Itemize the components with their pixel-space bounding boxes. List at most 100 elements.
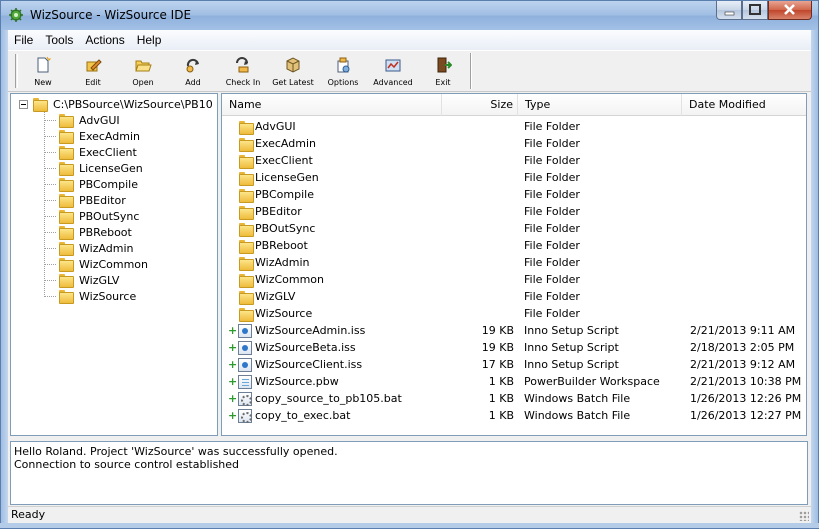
column-header-date-modified[interactable]: Date Modified bbox=[682, 94, 806, 116]
open-button[interactable]: Open bbox=[118, 55, 168, 89]
collapse-icon[interactable] bbox=[19, 99, 28, 109]
cell-type: File Folder bbox=[524, 256, 580, 269]
menu-file[interactable]: File bbox=[8, 30, 39, 50]
cell-type: Inno Setup Script bbox=[524, 341, 619, 354]
added-plus-icon: + bbox=[228, 409, 238, 422]
close-button[interactable] bbox=[768, 1, 812, 20]
list-item[interactable]: AdvGUI File Folder bbox=[222, 118, 806, 135]
cell-type: File Folder bbox=[524, 273, 580, 286]
cell-name: WizAdmin bbox=[255, 256, 310, 269]
list-item[interactable]: PBCompile File Folder bbox=[222, 186, 806, 203]
list-item[interactable]: ExecClient File Folder bbox=[222, 152, 806, 169]
list-item[interactable]: ExecAdmin File Folder bbox=[222, 135, 806, 152]
column-header-size[interactable]: Size bbox=[442, 94, 518, 116]
edit-button[interactable]: Edit bbox=[68, 55, 118, 89]
list-item[interactable]: + WizSourceClient.iss 17 KB Inno Setup Scri… bbox=[222, 356, 806, 373]
folder-icon bbox=[238, 307, 254, 322]
maximize-icon bbox=[749, 4, 761, 15]
tree-item[interactable]: PBEditor bbox=[44, 192, 126, 208]
tree-item[interactable]: ExecAdmin bbox=[44, 128, 140, 144]
list-item[interactable]: WizCommon File Folder bbox=[222, 271, 806, 288]
tree-connector bbox=[44, 231, 56, 233]
cell-type: File Folder bbox=[524, 290, 580, 303]
advanced-icon bbox=[385, 59, 401, 72]
cell-name: PBOutSync bbox=[255, 222, 316, 235]
tree-item[interactable]: ExecClient bbox=[44, 144, 137, 160]
inno-script-icon bbox=[238, 324, 252, 338]
tree-item-label: PBOutSync bbox=[79, 209, 140, 223]
cell-type: Inno Setup Script bbox=[524, 324, 619, 337]
add-button[interactable]: Add bbox=[168, 55, 218, 89]
open-folder-icon bbox=[135, 60, 152, 72]
tree-item[interactable]: WizAdmin bbox=[44, 240, 134, 256]
tree-item[interactable]: LicenseGen bbox=[44, 160, 143, 176]
tree-item[interactable]: WizSource bbox=[44, 288, 136, 304]
list-item[interactable]: + copy_to_exec.bat 1 KB Windows Batch File 1… bbox=[222, 407, 806, 424]
tree-item[interactable]: PBCompile bbox=[44, 176, 138, 192]
cell-name: copy_to_exec.bat bbox=[255, 409, 351, 422]
advanced-button[interactable]: Advanced bbox=[368, 55, 418, 89]
cell-type: File Folder bbox=[524, 222, 580, 235]
menu-help[interactable]: Help bbox=[131, 30, 168, 50]
folder-icon bbox=[238, 171, 254, 186]
output-log[interactable]: Hello Roland. Project 'WizSource' was su… bbox=[10, 441, 808, 505]
menu-actions[interactable]: Actions bbox=[79, 30, 130, 50]
list-item[interactable]: + WizSource.pbw 1 KB PowerBuilder Workspace… bbox=[222, 373, 806, 390]
list-item[interactable]: LicenseGen File Folder bbox=[222, 169, 806, 186]
list-item[interactable]: PBReboot File Folder bbox=[222, 237, 806, 254]
column-header-type[interactable]: Type bbox=[518, 94, 682, 116]
exit-door-icon bbox=[437, 57, 452, 73]
cell-size: 19 KB bbox=[481, 324, 514, 337]
tree-connector bbox=[44, 247, 56, 249]
list-item[interactable]: PBOutSync File Folder bbox=[222, 220, 806, 237]
tree-connector bbox=[44, 167, 56, 169]
cell-type: File Folder bbox=[524, 205, 580, 218]
toolbar-separator bbox=[470, 53, 472, 89]
new-button[interactable]: New bbox=[18, 55, 68, 89]
tree-item[interactable]: PBOutSync bbox=[44, 208, 139, 224]
folder-icon bbox=[58, 241, 74, 256]
cell-size: 1 KB bbox=[488, 392, 514, 405]
folder-tree[interactable]: C:\PBSource\WizSource\PB10 AdvGUI ExecAdm… bbox=[10, 93, 218, 436]
maximize-button[interactable] bbox=[742, 1, 768, 20]
column-header-name[interactable]: Name bbox=[222, 94, 442, 116]
title-bar[interactable]: WizSource - WizSource IDE bbox=[0, 0, 819, 30]
tree-item[interactable]: PBReboot bbox=[44, 224, 132, 240]
list-item[interactable]: WizGLV File Folder bbox=[222, 288, 806, 305]
window-frame-left bbox=[0, 30, 8, 529]
resize-grip[interactable] bbox=[799, 511, 809, 521]
tree-item[interactable]: WizCommon bbox=[44, 256, 148, 272]
folder-icon bbox=[238, 188, 254, 203]
list-item[interactable]: PBEditor File Folder bbox=[222, 203, 806, 220]
tree-connector bbox=[44, 215, 56, 217]
cell-date-modified: 2/21/2013 10:38 PM bbox=[690, 375, 802, 388]
list-item[interactable]: + copy_source_to_pb105.bat 1 KB Windows Bat… bbox=[222, 390, 806, 407]
tree-item[interactable]: AdvGUI bbox=[44, 112, 120, 128]
minimize-button[interactable] bbox=[716, 1, 742, 20]
get-latest-button[interactable]: Get Latest bbox=[268, 55, 318, 89]
tree-item[interactable]: WizGLV bbox=[44, 272, 119, 288]
list-item[interactable]: WizSource File Folder bbox=[222, 305, 806, 322]
cell-name: ExecClient bbox=[255, 154, 313, 167]
list-item[interactable]: WizAdmin File Folder bbox=[222, 254, 806, 271]
added-plus-icon: + bbox=[228, 324, 238, 337]
cell-type: File Folder bbox=[524, 137, 580, 150]
menu-tools[interactable]: Tools bbox=[39, 30, 79, 50]
exit-button[interactable]: Exit bbox=[418, 55, 468, 89]
tree-item-label: PBReboot bbox=[79, 225, 132, 239]
edit-pencil-icon bbox=[86, 59, 102, 72]
list-item[interactable]: + WizSourceBeta.iss 19 KB Inno Setup Script… bbox=[222, 339, 806, 356]
tree-root[interactable]: C:\PBSource\WizSource\PB10 bbox=[19, 96, 213, 112]
list-item[interactable]: + WizSourceAdmin.iss 19 KB Inno Setup Scrip… bbox=[222, 322, 806, 339]
cell-size: 1 KB bbox=[488, 409, 514, 422]
tree-connector bbox=[44, 119, 56, 121]
options-button[interactable]: Options bbox=[318, 55, 368, 89]
cell-date-modified: 1/26/2013 12:26 PM bbox=[690, 392, 802, 405]
check-in-button[interactable]: Check In bbox=[218, 55, 268, 89]
tree-item-label: PBCompile bbox=[79, 177, 138, 191]
folder-icon bbox=[58, 257, 74, 272]
cell-type: File Folder bbox=[524, 154, 580, 167]
tree-connector bbox=[44, 199, 56, 201]
status-text: Ready bbox=[11, 508, 46, 521]
file-list[interactable]: Name Size Type Date Modified AdvGUI File … bbox=[221, 93, 807, 436]
